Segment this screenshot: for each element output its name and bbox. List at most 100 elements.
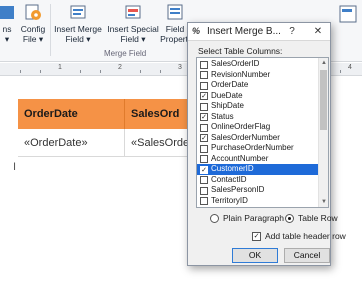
right-ribbon-icon[interactable]	[338, 4, 358, 24]
ruler-tick	[40, 70, 41, 73]
columns-listbox[interactable]: TerritoryID SalesPersonID ContactID ✓ Custom…	[196, 57, 329, 208]
ruler-number: 1	[58, 64, 62, 71]
partial-icon	[0, 6, 14, 19]
config-file-dropdown: File ▾	[22, 34, 44, 44]
column-checkbox[interactable]	[200, 60, 208, 69]
column-checkbox[interactable]	[200, 71, 208, 79]
column-item-contactid[interactable]: ContactID	[197, 175, 318, 186]
column-name: TerritoryID	[211, 195, 248, 205]
ruler-tick	[340, 70, 341, 73]
column-item-accountnumber[interactable]: AccountNumber	[197, 154, 318, 165]
column-checkbox[interactable]	[200, 186, 208, 195]
field-properties-button[interactable]: Field Properti	[160, 2, 190, 44]
column-checkbox[interactable]	[200, 144, 208, 153]
table-header-salesorder[interactable]: SalesOrd	[125, 99, 195, 129]
column-item-salespersonid[interactable]: SalesPersonID	[197, 185, 318, 196]
insert-special-field-icon	[125, 5, 141, 19]
column-name: OrderDate	[211, 80, 249, 89]
dialog-title: Insert Merge B...	[207, 26, 281, 37]
insert-merge-field-icon	[70, 5, 86, 19]
table-row-label: Table Row	[298, 213, 338, 223]
dialog-titlebar[interactable]: % Insert Merge B... ? ✕	[188, 23, 330, 41]
ruler-tick	[100, 70, 101, 73]
column-name: ShipDate	[211, 101, 244, 110]
column-item-customerid[interactable]: ✓ CustomerID	[197, 164, 318, 175]
ok-button[interactable]: OK	[232, 248, 278, 263]
ruler-tick	[140, 70, 141, 73]
listbox-scrollbar[interactable]: ▲ ▼	[318, 58, 328, 207]
field-properties-label-2: Properti	[160, 34, 190, 44]
insert-special-field-label: Insert Special	[107, 24, 159, 34]
column-item-salesorderid[interactable]: SalesOrderID	[197, 59, 318, 70]
column-name: SalesOrderID	[211, 59, 260, 68]
scroll-down-icon[interactable]: ▼	[319, 197, 328, 207]
column-name: CustomerID	[211, 164, 254, 173]
column-item-onlineorderflag[interactable]: OnlineOrderFlag	[197, 122, 318, 133]
insert-merge-field-dropdown: Field ▾	[65, 34, 91, 44]
table-header-orderdate[interactable]: OrderDate	[18, 99, 125, 129]
field-properties-icon	[167, 4, 183, 20]
add-header-row-label: Add table header row	[265, 231, 346, 241]
insert-merge-field-button[interactable]: Insert Merge Field ▾	[52, 2, 104, 44]
insert-special-field-dropdown: Field ▾	[120, 34, 146, 44]
ruler-number: 4	[348, 64, 352, 71]
insert-special-field-button[interactable]: Insert Special Field ▾	[104, 2, 162, 44]
partial-dropdown: ▾	[4, 34, 10, 44]
column-name: RevisionNumber	[211, 69, 271, 79]
column-name: SalesPersonID	[211, 185, 265, 194]
column-item-orderdate[interactable]: OrderDate	[197, 80, 318, 91]
column-checkbox[interactable]: ✓	[200, 92, 208, 100]
ruler-tick	[160, 70, 161, 73]
column-name: PurchaseOrderNumber	[211, 143, 294, 152]
column-name: OnlineOrderFlag	[211, 122, 271, 131]
column-name: AccountNumber	[211, 153, 269, 163]
text-cursor-icon: I	[13, 161, 17, 173]
config-file-icon	[25, 4, 41, 20]
column-item-shipdate[interactable]: ShipDate	[197, 101, 318, 112]
column-name: ContactID	[211, 174, 247, 184]
table-cell-salesorder[interactable]: «SalesOrde	[125, 129, 195, 157]
column-checkbox[interactable]: ✓	[200, 113, 208, 121]
ruler-number: 3	[178, 64, 182, 71]
partial-label: ns	[2, 24, 12, 34]
checkbox-icon[interactable]: ✓	[252, 232, 261, 241]
cancel-button[interactable]: Cancel	[284, 248, 330, 263]
plain-paragraph-label: Plain Paragraph	[223, 213, 284, 223]
help-button[interactable]: ?	[286, 26, 298, 38]
field-properties-label: Field	[165, 24, 185, 34]
column-checkbox[interactable]	[200, 155, 208, 163]
column-item-revisionnumber[interactable]: RevisionNumber	[197, 70, 318, 81]
scrollbar-thumb[interactable]	[320, 70, 327, 130]
scroll-up-icon[interactable]: ▲	[319, 58, 328, 68]
config-file-button[interactable]: Config File ▾	[18, 2, 48, 44]
dialog-app-icon: %	[192, 26, 201, 36]
ruler-tick	[20, 70, 21, 73]
column-item-duedate[interactable]: ✓ DueDate	[197, 91, 318, 102]
column-name: Status	[211, 111, 234, 121]
ribbon-partial-button[interactable]: ns ▾	[0, 2, 16, 44]
column-item-salesordernumber[interactable]: ✓ SalesOrderNumber	[197, 133, 318, 144]
radio-plain-icon[interactable]	[210, 214, 219, 223]
close-button[interactable]: ✕	[308, 24, 328, 39]
column-item-status[interactable]: ✓ Status	[197, 112, 318, 123]
ribbon-separator	[50, 4, 51, 56]
column-checkbox[interactable]	[200, 102, 208, 111]
insert-merge-field-label: Insert Merge	[54, 24, 102, 34]
column-checkbox[interactable]	[200, 176, 208, 184]
column-checkbox[interactable]	[200, 81, 208, 90]
ruler-tick	[80, 70, 81, 73]
config-file-label: Config	[20, 24, 46, 34]
radio-table-icon[interactable]	[285, 214, 294, 223]
column-name: SalesOrderNumber	[211, 132, 280, 142]
column-checkbox[interactable]: ✓	[200, 165, 208, 174]
column-item-purchaseordernumber[interactable]: PurchaseOrderNumber	[197, 143, 318, 154]
column-item-territoryid[interactable]: TerritoryID	[197, 196, 318, 207]
column-checkbox[interactable]: ✓	[200, 134, 208, 142]
select-columns-label: Select Table Columns:	[198, 46, 283, 56]
column-checkbox[interactable]	[200, 197, 208, 205]
table-cell-orderdate[interactable]: «OrderDate»	[18, 129, 125, 157]
column-name: DueDate	[211, 90, 243, 100]
merge-field-group-label: Merge Field	[104, 49, 147, 58]
column-checkbox[interactable]	[200, 123, 208, 132]
ruler-number: 2	[118, 64, 122, 71]
